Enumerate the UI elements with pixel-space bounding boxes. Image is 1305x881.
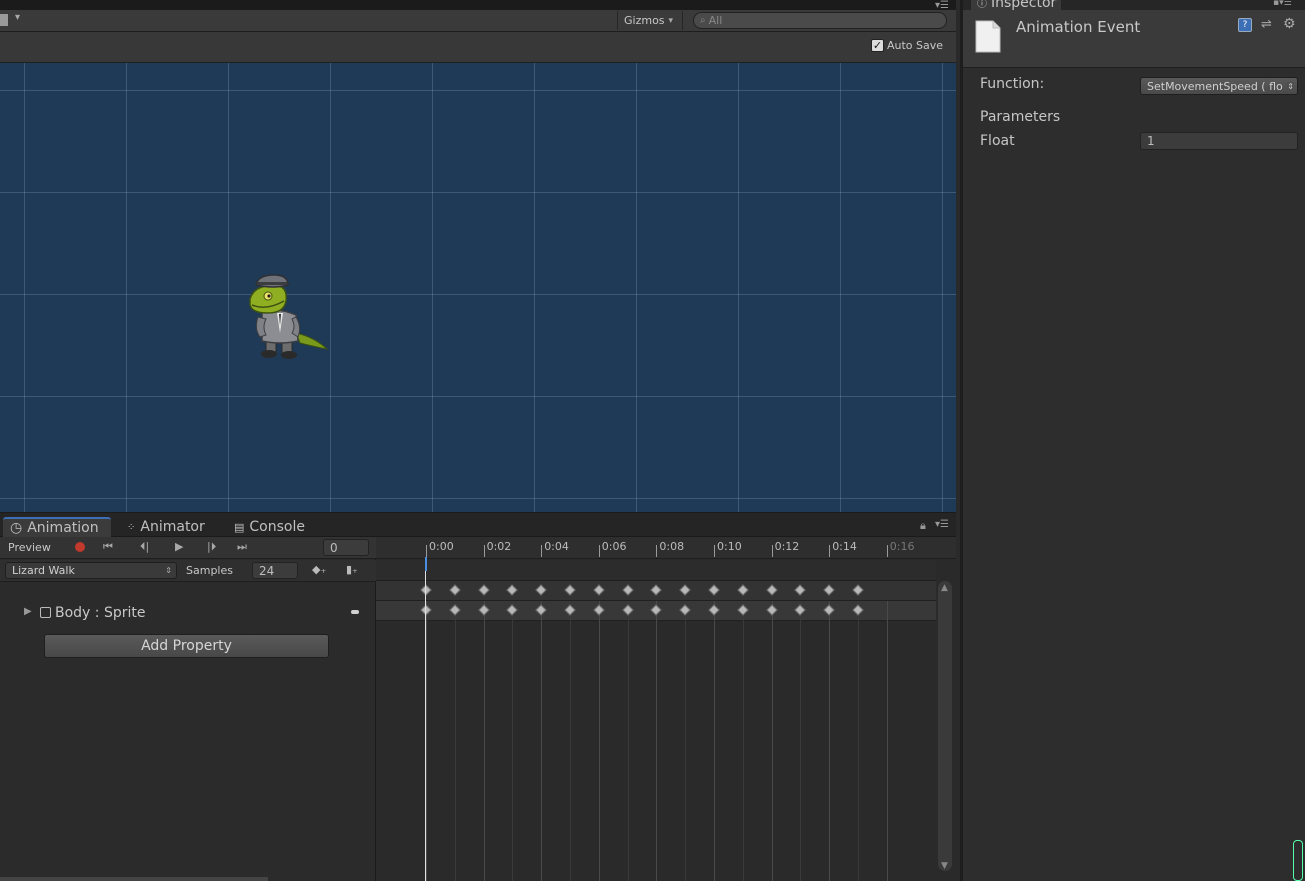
help-icon[interactable]: ? (1238, 18, 1252, 32)
grid-line (738, 63, 739, 512)
horizontal-scrollbar[interactable] (0, 877, 268, 881)
add-keyframe-icon[interactable]: ◆₊ (312, 563, 326, 576)
gizmos-dropdown[interactable]: Gizmos ▾ (617, 11, 683, 30)
auto-save-toggle[interactable]: ✓ Auto Save (871, 39, 943, 52)
search-input[interactable]: ⌕ All (693, 12, 947, 29)
vertical-scrollbar[interactable] (938, 581, 952, 871)
scene-subbar: ✓ Auto Save (0, 32, 956, 63)
console-icon: ▤ (234, 520, 245, 534)
scene-toolbar: ▾ Gizmos ▾ ⌕ All (0, 10, 956, 32)
preset-icon[interactable]: ⇌ (1261, 17, 1272, 32)
last-keyframe-icon[interactable]: ⏭ (237, 540, 247, 554)
tab-animation-label: Animation (27, 520, 99, 536)
clip-selector-dropdown[interactable]: Lizard Walk ⇕ (5, 562, 177, 579)
grid-line (0, 498, 956, 499)
play-icon[interactable]: ▶ (175, 540, 183, 553)
add-event-icon[interactable]: ▮₊ (346, 563, 358, 576)
clock-icon: ◷ (10, 520, 23, 536)
gear-icon[interactable]: ⚙ (1283, 16, 1296, 32)
grid-line (24, 63, 25, 512)
grid-line (840, 63, 841, 512)
property-options-icon[interactable] (351, 610, 359, 614)
function-dropdown[interactable]: SetMovementSpeed ( flo ⇕ (1140, 77, 1298, 95)
layers-icon[interactable] (0, 14, 8, 26)
previous-keyframe-icon[interactable]: ⏴︎| (140, 540, 149, 554)
panel-menu-icon[interactable]: ▾☰ (935, 519, 949, 530)
tab-inspector[interactable]: ⓘ Inspector (971, 0, 1061, 11)
info-icon: ⓘ (977, 0, 987, 10)
panel-menu-icon[interactable]: ▾☰ (935, 0, 949, 11)
grid-line (0, 396, 956, 397)
updown-arrow-icon: ⇕ (1287, 81, 1294, 91)
checkbox-checked-icon[interactable]: ✓ (871, 39, 884, 52)
tab-console-label: Console (249, 519, 305, 535)
expand-triangle-icon[interactable]: ▶ (24, 606, 32, 617)
tab-animator-label: Animator (140, 519, 205, 535)
clip-name: Lizard Walk (12, 564, 75, 577)
lock-icon[interactable]: 🔒︎ (920, 519, 926, 533)
scene-viewport[interactable] (0, 63, 956, 512)
add-property-button[interactable]: Add Property (44, 634, 329, 658)
resize-handle[interactable] (1293, 840, 1303, 881)
function-label: Function: (980, 76, 1045, 92)
chevron-down-icon[interactable]: ▾ (15, 12, 20, 23)
parameters-label: Parameters (980, 109, 1061, 125)
grid-line (0, 192, 956, 193)
preview-button[interactable]: Preview (0, 541, 60, 554)
search-placeholder: All (708, 14, 723, 27)
tab-inspector-label: Inspector (991, 0, 1057, 11)
grid-line (432, 63, 433, 512)
panel-menu-icon[interactable]: ▪▾☰ (1273, 0, 1292, 8)
next-keyframe-icon[interactable]: |⏵︎ (207, 540, 216, 554)
inspector-title: Animation Event (1016, 18, 1141, 36)
search-icon: ⌕ (700, 15, 706, 26)
event-track[interactable] (376, 560, 936, 581)
grid-line (534, 63, 535, 512)
function-value: SetMovementSpeed ( flo (1147, 79, 1283, 93)
tab-console[interactable]: ▤ Console (227, 517, 317, 537)
grid-line (0, 294, 956, 295)
float-input[interactable]: 1 (1140, 132, 1298, 150)
tab-animation[interactable]: ◷ Animation (3, 517, 111, 537)
samples-label: Samples (186, 564, 233, 577)
auto-save-label: Auto Save (887, 39, 944, 52)
animation-tab-strip: ◷ Animation ⁘ Animator ▤ Console 🔒︎ ▾☰ (0, 513, 956, 537)
record-icon[interactable] (75, 542, 85, 552)
samples-input[interactable]: 24 (252, 562, 298, 579)
animation-properties-pane: Preview ⏮ ⏴︎| ▶ |⏵︎ ⏭ 0 Lizard Walk ⇕ Sa… (0, 537, 376, 881)
updown-arrow-icon: ⇕ (165, 566, 172, 575)
float-label: Float (980, 133, 1015, 149)
lizard-sprite[interactable] (244, 271, 334, 363)
arrow-up-icon[interactable]: ▲ (941, 583, 948, 593)
arrow-down-icon[interactable]: ▼ (941, 861, 948, 871)
tab-animator[interactable]: ⁘ Animator (120, 517, 220, 537)
grid-line (126, 63, 127, 512)
playhead-line (425, 571, 426, 881)
animator-icon: ⁘ (127, 521, 136, 533)
grid-line (636, 63, 637, 512)
gizmos-label: Gizmos (624, 14, 665, 27)
inspector-header: Animation Event ? ⇌ ⚙ (963, 10, 1305, 68)
dopesheet-pane[interactable]: ▲ ▼ (376, 537, 956, 881)
playhead-marker[interactable] (425, 557, 427, 571)
first-keyframe-icon[interactable]: ⏮ (103, 540, 113, 554)
frame-input[interactable]: 0 (323, 539, 369, 556)
grid-line (0, 90, 956, 91)
sprite-renderer-icon (40, 607, 51, 618)
grid-line (942, 63, 943, 512)
inspector-tab-strip: ⓘ Inspector ▪▾☰ (963, 0, 1305, 11)
property-name: Body : Sprite (55, 605, 146, 621)
document-icon (975, 20, 1001, 53)
grid-line (228, 63, 229, 512)
timeline-ruler[interactable] (376, 537, 956, 559)
chevron-down-icon: ▾ (668, 15, 674, 26)
